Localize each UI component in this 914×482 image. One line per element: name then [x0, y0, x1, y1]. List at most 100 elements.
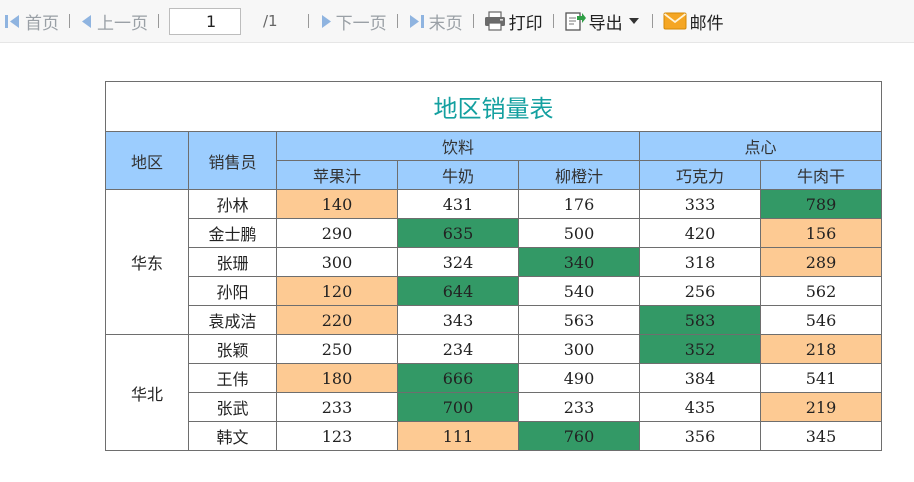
- value-cell: 176: [518, 189, 640, 219]
- value-cell: 140: [276, 189, 398, 219]
- table-row: 孙阳 120 644 540 256 562: [106, 276, 883, 306]
- salesperson-cell: 孙林: [188, 189, 277, 219]
- snacks-group-header: 点心: [638, 131, 883, 161]
- value-cell: 289: [759, 247, 883, 277]
- mail-icon: [663, 12, 687, 30]
- table-row: 袁成洁 220 343 563 583 546: [106, 305, 883, 335]
- value-cell: 562: [759, 276, 883, 306]
- value-cell: 760: [518, 421, 640, 451]
- value-cell: 300: [518, 334, 640, 364]
- value-cell: 343: [397, 305, 519, 335]
- salesperson-cell: 张武: [188, 392, 277, 422]
- prev-page-button[interactable]: 上一页: [80, 0, 148, 42]
- value-cell: 540: [518, 276, 640, 306]
- salesperson-cell: 张珊: [188, 247, 277, 277]
- value-cell: 345: [759, 421, 883, 451]
- next-page-label: 下一页: [335, 13, 387, 34]
- value-cell: 324: [397, 247, 519, 277]
- salesperson-cell: 金士鹏: [188, 218, 277, 248]
- product-header: 苹果汁: [276, 160, 398, 190]
- print-button[interactable]: 打印: [484, 0, 543, 42]
- value-cell: 300: [276, 247, 398, 277]
- table-row: 华东 孙林 140 431 176 333 789: [105, 189, 883, 335]
- value-cell: 356: [639, 421, 761, 451]
- table-row: 张武 233 700 233 435 219: [106, 392, 883, 422]
- salesperson-cell: 张颖: [188, 334, 277, 364]
- value-cell: 120: [276, 276, 398, 306]
- value-cell: 233: [518, 392, 640, 422]
- value-cell: 546: [759, 305, 883, 335]
- value-cell: 256: [639, 276, 761, 306]
- printer-icon: [484, 11, 506, 31]
- salesperson-cell: 王伟: [188, 363, 277, 393]
- export-button[interactable]: 导出: [564, 0, 642, 42]
- table-row: 韩文 123 111 760 356 345: [106, 421, 883, 451]
- toolbar-divider: [307, 14, 309, 28]
- value-cell: 111: [397, 421, 519, 451]
- value-cell: 180: [276, 363, 398, 393]
- value-cell: 635: [397, 218, 519, 248]
- drinks-group-header: 饮料: [276, 131, 640, 161]
- prev-page-label: 上一页: [97, 13, 148, 34]
- mail-button[interactable]: 邮件: [663, 0, 724, 42]
- value-cell: 219: [759, 392, 883, 422]
- value-cell: 234: [397, 334, 519, 364]
- mail-label: 邮件: [689, 13, 724, 34]
- value-cell: 352: [639, 334, 761, 364]
- report-body: 华东 孙林 140 431 176 333 789 金士鹏 290 635 500 420 156 张珊 3…: [105, 189, 883, 451]
- salesperson-cell: 孙阳: [188, 276, 277, 306]
- table-row: 华北 张颖 250 234 300 352 218: [105, 334, 883, 451]
- value-cell: 290: [276, 218, 398, 248]
- product-header: 牛奶: [397, 160, 519, 190]
- next-page-icon: [319, 13, 333, 29]
- salesperson-header: 销售员: [188, 131, 277, 190]
- value-cell: 340: [518, 247, 640, 277]
- caret-down-icon: [628, 18, 639, 24]
- region-header: 地区: [105, 131, 189, 190]
- first-page-icon: [4, 13, 22, 29]
- value-cell: 420: [639, 218, 761, 248]
- next-page-button[interactable]: 下一页: [319, 0, 387, 42]
- toolbar-divider: [69, 14, 70, 28]
- toolbar-divider: [472, 14, 474, 28]
- value-cell: 384: [639, 363, 761, 393]
- value-cell: 563: [518, 305, 640, 335]
- last-page-button[interactable]: 末页: [408, 0, 463, 42]
- export-icon: [564, 10, 586, 32]
- last-page-icon: [408, 13, 426, 29]
- page-total: /1: [263, 12, 278, 30]
- value-cell: 490: [518, 363, 640, 393]
- sales-report-table: 地区销量表 地区 销售员 饮料 点心 苹果汁 牛奶 柳橙汁 巧克力 牛肉干 华东…: [104, 81, 883, 451]
- value-cell: 700: [397, 392, 519, 422]
- table-row: 王伟 180 666 490 384 541: [106, 363, 883, 393]
- toolbar-divider: [651, 14, 653, 28]
- print-label: 打印: [508, 13, 543, 34]
- page-number-input[interactable]: [169, 7, 241, 35]
- product-header: 牛肉干: [759, 160, 883, 190]
- region-cell: 华东: [105, 189, 189, 335]
- value-cell: 644: [397, 276, 519, 306]
- page-number-wrapper: /1: [169, 0, 298, 42]
- first-page-button[interactable]: 首页: [4, 0, 59, 42]
- table-row: 金士鹏 290 635 500 420 156: [106, 218, 883, 248]
- value-cell: 123: [276, 421, 398, 451]
- toolbar-divider: [552, 14, 554, 28]
- product-header: 巧克力: [639, 160, 761, 190]
- report-toolbar: 首页 上一页 /1 下一页 末页 打印: [0, 0, 914, 43]
- value-cell: 233: [276, 392, 398, 422]
- export-label: 导出: [588, 13, 623, 34]
- report-title: 地区销量表: [104, 81, 883, 132]
- value-cell: 218: [759, 334, 883, 364]
- value-cell: 220: [276, 305, 398, 335]
- region-cell: 华北: [105, 334, 189, 451]
- toolbar-divider: [158, 14, 159, 28]
- value-cell: 789: [759, 189, 883, 219]
- prev-page-icon: [80, 13, 94, 29]
- salesperson-cell: 韩文: [188, 421, 277, 451]
- salesperson-cell: 袁成洁: [188, 305, 277, 335]
- value-cell: 431: [397, 189, 519, 219]
- value-cell: 435: [639, 392, 761, 422]
- value-cell: 333: [639, 189, 761, 219]
- value-cell: 250: [276, 334, 398, 364]
- last-page-label: 末页: [428, 13, 463, 34]
